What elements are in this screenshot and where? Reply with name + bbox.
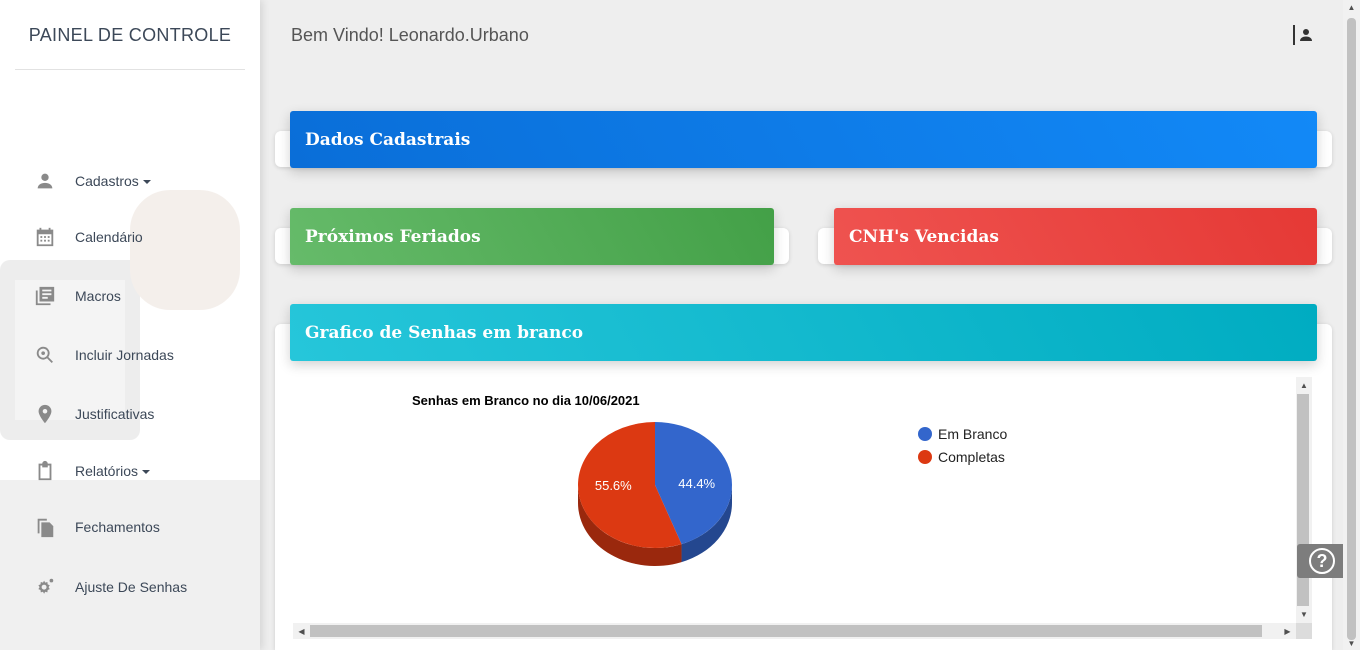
scrollbar-corner bbox=[1296, 623, 1312, 639]
legend-label: Completas bbox=[938, 448, 1005, 465]
card-header-cnh-vencidas[interactable]: CNH's Vencidas bbox=[834, 208, 1317, 265]
legend-swatch bbox=[918, 426, 932, 441]
sidebar-item-ajuste-de-senhas[interactable]: Ajuste De Senhas bbox=[0, 567, 260, 607]
sidebar-item-calendario[interactable]: Calendário bbox=[0, 217, 260, 257]
sidebar-item-label: Incluir Jornadas bbox=[75, 347, 174, 363]
brand-title[interactable]: PAINEL DE CONTROLE bbox=[0, 0, 260, 70]
help-icon: ? bbox=[1309, 548, 1335, 574]
page-scrollbar[interactable]: ▲ ▼ bbox=[1343, 0, 1360, 650]
settings-icon bbox=[33, 575, 57, 599]
sidebar-item-relatorios[interactable]: Relatórios bbox=[0, 451, 260, 491]
sidebar-item-justificativas[interactable]: Justificativas bbox=[0, 394, 260, 434]
user-menu-button[interactable] bbox=[1293, 24, 1313, 46]
legend-label: Em Branco bbox=[938, 425, 1008, 442]
sidebar-item-incluir-jornadas[interactable]: Incluir Jornadas bbox=[0, 335, 260, 375]
sidebar-item-macros[interactable]: Macros bbox=[0, 276, 260, 316]
clipboard-icon bbox=[33, 459, 57, 483]
scroll-up-arrow-icon[interactable]: ▲ bbox=[1296, 377, 1312, 394]
card-header-dados-cadastrais[interactable]: Dados Cadastrais bbox=[290, 111, 1317, 168]
chart-legend: Em Branco Completas bbox=[918, 422, 1007, 468]
legend-item-em-branco[interactable]: Em Branco bbox=[918, 422, 1007, 445]
location-pin-icon bbox=[33, 402, 57, 426]
chart-frame bbox=[293, 377, 1312, 639]
sidebar-item-label: Macros bbox=[75, 288, 121, 304]
sidebar-item-label: Fechamentos bbox=[75, 519, 160, 535]
calendar-icon bbox=[33, 225, 57, 249]
sidebar-item-label: Justificativas bbox=[75, 406, 155, 422]
legend-swatch bbox=[918, 449, 932, 464]
scroll-right-arrow-icon[interactable]: ▶ bbox=[1279, 623, 1296, 639]
person-icon bbox=[33, 169, 57, 193]
file-copy-icon bbox=[33, 515, 57, 539]
scroll-up-arrow-icon[interactable]: ▲ bbox=[1343, 0, 1360, 14]
caret-down-icon bbox=[142, 180, 151, 185]
search-location-icon bbox=[33, 343, 57, 367]
scroll-down-arrow-icon[interactable]: ▼ bbox=[1343, 636, 1360, 650]
user-icon bbox=[1297, 26, 1315, 44]
scrollbar-thumb[interactable] bbox=[1347, 18, 1356, 640]
chart-title: Senhas em Branco no dia 10/06/2021 bbox=[412, 393, 640, 408]
card-header-proximos-feriados[interactable]: Próximos Feriados bbox=[290, 208, 774, 265]
help-button[interactable]: ? bbox=[1297, 544, 1347, 578]
welcome-message: Bem Vindo! Leonardo.Urbano bbox=[291, 25, 529, 45]
scroll-left-arrow-icon[interactable]: ◀ bbox=[293, 623, 310, 639]
sidebar: PAINEL DE CONTROLE Cadastros Calendário … bbox=[0, 0, 260, 650]
pie-data-label: 44.4% bbox=[678, 476, 715, 491]
card-header-grafico[interactable]: Grafico de Senhas em branco bbox=[290, 304, 1317, 361]
chart-horizontal-scrollbar[interactable]: ◀ ▶ bbox=[293, 623, 1296, 639]
sidebar-item-label: Ajuste De Senhas bbox=[75, 579, 188, 595]
brand-divider bbox=[15, 69, 245, 70]
legend-item-completas[interactable]: Completas bbox=[918, 445, 1007, 468]
divider bbox=[1293, 25, 1295, 45]
caret-down-icon bbox=[142, 470, 151, 475]
sidebar-item-label: Cadastros bbox=[75, 173, 139, 189]
sidebar-item-label: Calendário bbox=[75, 229, 143, 245]
sidebar-item-cadastros[interactable]: Cadastros bbox=[0, 161, 260, 201]
sidebar-item-label: Relatórios bbox=[75, 463, 139, 479]
pie-chart[interactable]: 44.4% 55.6% bbox=[560, 420, 750, 580]
sidebar-item-fechamentos[interactable]: Fechamentos bbox=[0, 507, 260, 547]
pie-data-label: 55.6% bbox=[595, 478, 632, 493]
scrollbar-thumb[interactable] bbox=[310, 625, 1262, 637]
chart-vertical-scrollbar[interactable]: ▲ ▼ bbox=[1296, 377, 1312, 623]
scroll-down-arrow-icon[interactable]: ▼ bbox=[1296, 606, 1312, 623]
library-books-icon bbox=[33, 284, 57, 308]
